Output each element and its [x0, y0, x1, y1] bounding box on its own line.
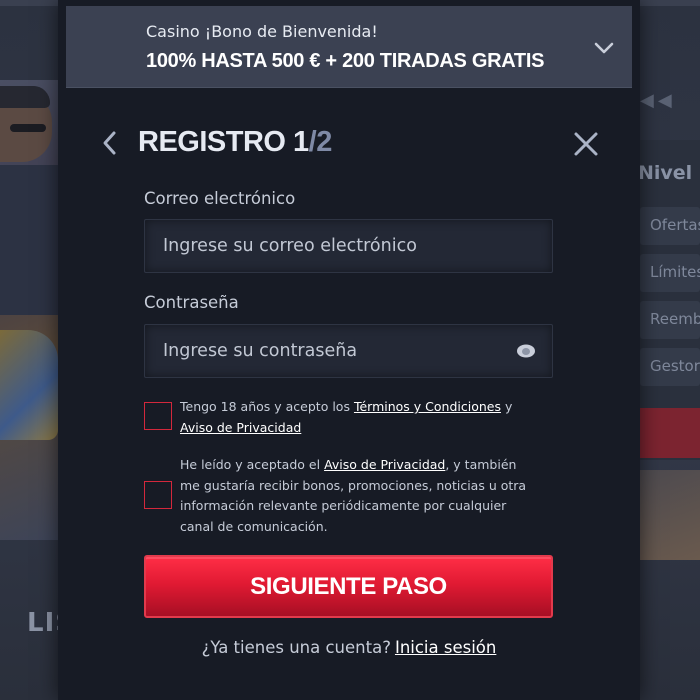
chevron-down-icon[interactable]: [592, 38, 616, 58]
login-link[interactable]: Inicia sesión: [395, 638, 496, 657]
terms-text-and: y: [504, 399, 513, 414]
password-label: Contraseña: [144, 293, 239, 312]
privacy-link[interactable]: Aviso de Privacidad: [180, 420, 301, 435]
bonus-subtitle: Casino ¡Bono de Bienvenida!: [146, 22, 378, 41]
background-person-body: [0, 165, 60, 315]
marketing-checkbox[interactable]: [144, 481, 172, 509]
modal-header: REGISTRO 1/2: [58, 120, 640, 170]
background-ornament: [0, 330, 58, 440]
email-label: Correo electrónico: [144, 189, 296, 208]
step-total: 2: [316, 126, 332, 158]
next-step-button[interactable]: SIGUIENTE PASO: [144, 555, 553, 618]
terms-checkbox[interactable]: [144, 402, 172, 430]
password-field[interactable]: [145, 325, 552, 377]
background-side-item: Límites: [640, 254, 700, 292]
background-level-label: Nivel 5: [638, 162, 700, 184]
step-current: 1: [293, 126, 309, 158]
bonus-headline: 100% HASTA 500 € + 200 TIRADAS GRATIS: [146, 50, 545, 72]
background-person-glasses: [10, 124, 46, 132]
background-side-banner: [638, 470, 700, 560]
email-field[interactable]: [145, 220, 552, 272]
background-side-item: Reembolsos: [640, 301, 700, 339]
email-field-wrapper: [144, 219, 553, 273]
page-title: REGISTRO 1/2: [138, 126, 332, 159]
background-side-item: Gestor: [640, 348, 700, 386]
marketing-text: He leído y aceptado el Aviso de Privacid…: [180, 455, 540, 537]
terms-link[interactable]: Términos y Condiciones: [354, 399, 501, 414]
login-question: ¿Ya tienes una cuenta?: [201, 638, 391, 657]
welcome-bonus-banner[interactable]: Casino ¡Bono de Bienvenida! 100% HASTA 5…: [66, 6, 632, 88]
password-field-wrapper: [144, 324, 553, 378]
marketing-privacy-link[interactable]: Aviso de Privacidad: [324, 457, 445, 472]
background-person-hair-top: [0, 86, 50, 108]
login-prompt: ¿Ya tienes una cuenta? Inicia sesión: [58, 638, 640, 657]
close-icon[interactable]: [572, 130, 600, 158]
marketing-text-before: He leído y aceptado el: [180, 457, 321, 472]
chevron-left-icon[interactable]: [98, 128, 122, 158]
terms-text-before: Tengo 18 años y acepto los: [180, 399, 350, 414]
terms-text: Tengo 18 años y acepto los Términos y Co…: [180, 397, 540, 438]
background-side-button: [640, 408, 700, 458]
background-side-item: Ofertas: [640, 207, 700, 245]
next-step-label: SIGUIENTE PASO: [250, 572, 447, 600]
eye-icon[interactable]: [515, 342, 537, 360]
registration-modal: Casino ¡Bono de Bienvenida! 100% HASTA 5…: [58, 0, 640, 700]
title-text: REGISTRO: [138, 126, 286, 158]
background-arrows-icon: ◀◀: [640, 90, 676, 111]
